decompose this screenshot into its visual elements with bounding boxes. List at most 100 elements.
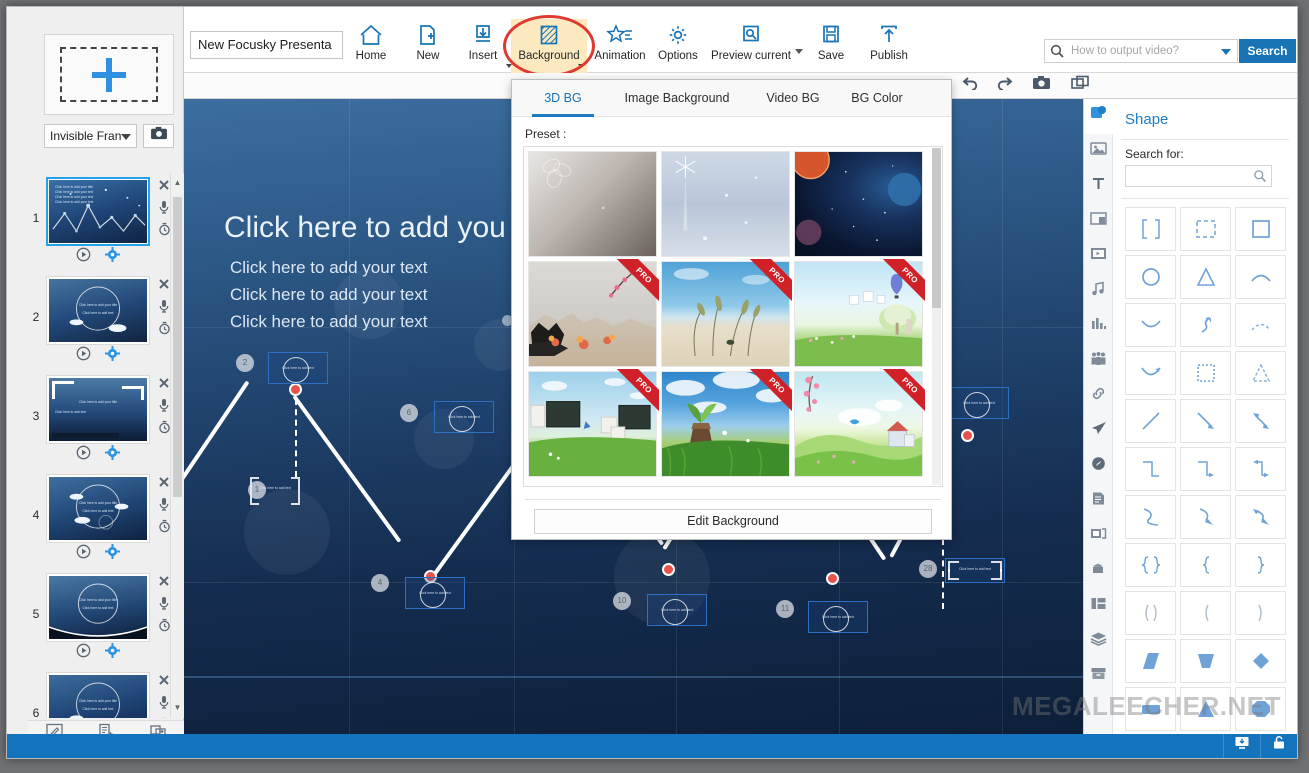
redo-button[interactable] <box>991 75 1017 97</box>
play-icon[interactable] <box>76 247 91 267</box>
shape-item-arc-up[interactable] <box>1235 255 1286 299</box>
present-mode-button[interactable] <box>1223 734 1260 758</box>
shape-item-paren-right[interactable] <box>1235 591 1286 635</box>
play-icon[interactable] <box>76 346 91 366</box>
toolbar-button-save[interactable]: Save <box>802 21 860 71</box>
slide-node[interactable]: Click here to add text <box>949 387 1009 419</box>
scroll-up-icon[interactable]: ▲ <box>171 175 184 191</box>
frame-type-select[interactable]: Invisible Fran <box>44 124 137 148</box>
shape-item-triangle-solid[interactable] <box>1180 687 1231 731</box>
shape-item-curly-brace-pair[interactable] <box>1125 543 1176 587</box>
gear-icon[interactable] <box>105 643 120 663</box>
toolbar-button-animation[interactable]: Animation <box>588 21 652 71</box>
tab-bg-color[interactable]: BG Color <box>842 80 912 117</box>
shape-item-octagon[interactable] <box>1235 687 1286 731</box>
preset-thumbnail[interactable] <box>659 149 792 259</box>
shape-item-bracket-pair[interactable] <box>1125 207 1176 251</box>
shape-item-paren-left[interactable] <box>1180 591 1231 635</box>
chart-icon[interactable] <box>1084 309 1113 344</box>
slide-list-item[interactable]: 2 Click here to add your title Click here … <box>28 272 184 371</box>
slide-node[interactable]: Click here to add text <box>268 352 328 384</box>
slide-thumbnail[interactable]: Click here to add your title Click here t… <box>46 375 150 444</box>
node-badge[interactable]: 1 <box>248 481 266 499</box>
gear-icon[interactable] <box>105 247 120 267</box>
tab-image-background[interactable]: Image Background <box>612 80 742 117</box>
preset-thumbnail[interactable]: PRO <box>526 259 659 369</box>
slide-thumbnail[interactable]: Click here to add your title Click here t… <box>46 276 150 345</box>
shape-item-elbow-connector[interactable] <box>1125 447 1176 491</box>
shape-item-curly-brace-right[interactable] <box>1235 543 1286 587</box>
shape-item-paren-pair[interactable] <box>1125 591 1176 635</box>
slide-list-item[interactable]: 4 Click here to add your title Click here … <box>28 470 184 569</box>
compass-icon[interactable] <box>1084 449 1113 484</box>
play-icon[interactable] <box>76 445 91 465</box>
slide-list-item[interactable]: 6 Click here to add your title Click here … <box>28 668 184 718</box>
slide-node[interactable]: Click here to add text <box>434 401 494 433</box>
slide-thumbnail[interactable]: Click here to add your title Click here t… <box>46 672 150 718</box>
capture-frame-button[interactable] <box>143 124 174 148</box>
preset-scrollbar[interactable] <box>932 148 941 485</box>
stack-icon[interactable] <box>1084 554 1113 589</box>
node-badge[interactable]: 11 <box>776 600 794 618</box>
scroll-down-icon[interactable]: ▼ <box>171 700 184 716</box>
node-badge[interactable]: 4 <box>371 574 389 592</box>
slide-list-item[interactable]: 3 Click here to add your title Click here … <box>28 371 184 470</box>
toolbar-button-background[interactable]: Background <box>511 21 587 71</box>
slides-list[interactable]: 1 Click here to add your title Click here … <box>28 173 184 718</box>
chevron-down-icon[interactable] <box>1221 49 1231 55</box>
background-dropdown-panel[interactable]: 3D BG Image Background Video BG BG Color… <box>511 79 952 540</box>
node-badge[interactable]: 10 <box>613 592 631 610</box>
slide-list-item[interactable]: 5 Click here to add your title Click here … <box>28 569 184 668</box>
tab-3d-bg[interactable]: 3D BG <box>532 80 594 117</box>
shape-item-curve[interactable] <box>1125 495 1176 539</box>
path-node-dot[interactable] <box>662 563 675 576</box>
duplicate-button[interactable] <box>1067 75 1093 97</box>
text-icon[interactable] <box>1084 169 1113 204</box>
gear-icon[interactable] <box>105 544 120 564</box>
slides-scrollbar[interactable]: ▲ ▼ <box>170 173 183 718</box>
shape-item-triangle-outline[interactable] <box>1180 255 1231 299</box>
shape-item-square[interactable] <box>1235 207 1286 251</box>
video-icon[interactable] <box>1084 239 1113 274</box>
toolbar-button-home[interactable]: Home <box>340 21 402 71</box>
preset-thumbnail[interactable]: PRO <box>659 369 792 479</box>
shape-item-dashed-corners-square[interactable] <box>1180 207 1231 251</box>
shape-search-input[interactable] <box>1130 166 1250 186</box>
preset-thumbnail[interactable]: PRO <box>526 369 659 479</box>
music-icon[interactable] <box>1084 274 1113 309</box>
shape-item-dashed-square[interactable] <box>1180 351 1231 395</box>
frame-icon[interactable] <box>1084 204 1113 239</box>
shape-item-line-double-arrow[interactable] <box>1235 399 1286 443</box>
scrollbar-thumb[interactable] <box>173 197 182 497</box>
shape-item-arc-down[interactable] <box>1125 303 1176 347</box>
node-badge[interactable]: 2 <box>236 354 254 372</box>
gallery-icon[interactable] <box>1084 519 1113 554</box>
preset-thumbnail[interactable] <box>526 149 659 259</box>
image-icon[interactable] <box>1084 134 1113 169</box>
slide-node[interactable]: Click here to add text <box>808 601 868 633</box>
layers-icon[interactable] <box>1084 624 1113 659</box>
slide-node[interactable]: Click here to add text <box>945 558 1005 583</box>
toolbar-button-insert[interactable]: Insert <box>452 21 514 71</box>
link-icon[interactable] <box>1084 379 1113 414</box>
preset-grid[interactable]: PRO PRO PRO PRO PRO PRO <box>523 146 943 487</box>
slide-thumbnail[interactable]: Click here to add your title Click here t… <box>46 177 150 246</box>
shape-item-dashed-triangle[interactable] <box>1235 351 1286 395</box>
slide-node[interactable]: Click here to add text <box>405 577 465 609</box>
preset-thumbnail[interactable]: PRO <box>792 259 925 369</box>
undo-button[interactable] <box>957 75 983 97</box>
help-search-input[interactable] <box>1069 40 1215 62</box>
shape-item-parallelogram[interactable] <box>1125 639 1176 683</box>
play-icon[interactable] <box>76 544 91 564</box>
preset-thumbnail[interactable]: PRO <box>792 369 925 479</box>
help-search-field[interactable] <box>1044 39 1238 63</box>
slide-list-item[interactable]: 1 Click here to add your title Click here … <box>28 173 184 272</box>
node-badge[interactable]: 28 <box>919 560 937 578</box>
resource-tab-strip[interactable] <box>1084 99 1113 734</box>
lock-button[interactable] <box>1260 734 1297 758</box>
gear-icon[interactable] <box>105 346 120 366</box>
shape-item-line-arrow[interactable] <box>1180 399 1231 443</box>
gear-icon[interactable] <box>105 445 120 465</box>
shape-icon[interactable] <box>1084 99 1113 134</box>
path-node-dot[interactable] <box>961 429 974 442</box>
